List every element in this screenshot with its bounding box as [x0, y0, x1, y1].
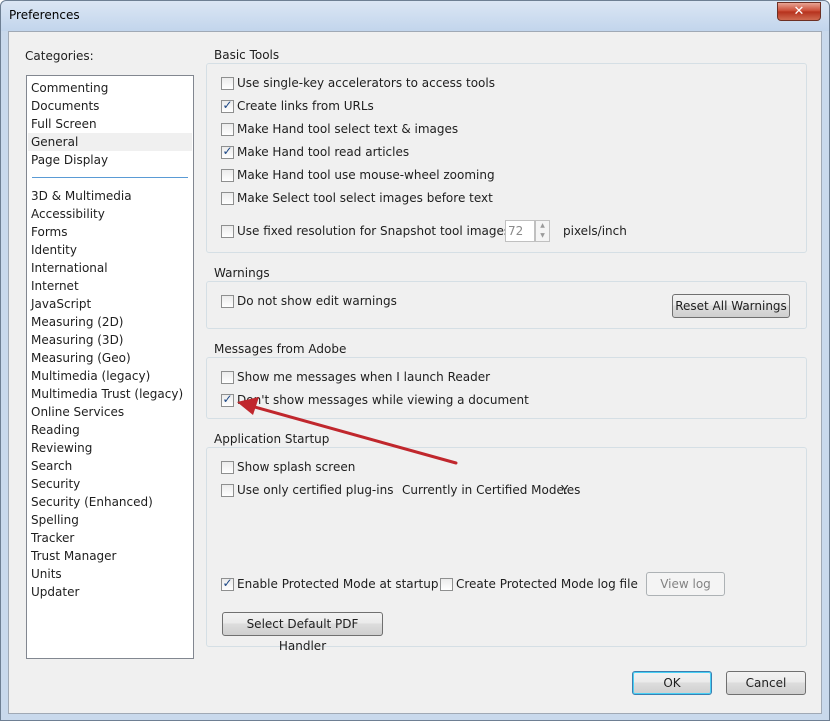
category-item[interactable]: Multimedia Trust (legacy): [28, 385, 192, 403]
category-item[interactable]: Reviewing: [28, 439, 192, 457]
certified-mode-value: Yes: [561, 483, 581, 497]
option-checkbox[interactable]: [221, 77, 234, 90]
category-item[interactable]: Units: [28, 565, 192, 583]
category-item[interactable]: Online Services: [28, 403, 192, 421]
category-item[interactable]: Security: [28, 475, 192, 493]
check-icon: ✓: [222, 144, 233, 158]
category-item[interactable]: Trust Manager: [28, 547, 192, 565]
splash-screen-checkbox[interactable]: [221, 461, 234, 474]
categories-separator: [32, 177, 188, 178]
cancel-button[interactable]: Cancel: [726, 671, 806, 695]
option-checkbox[interactable]: [221, 123, 234, 136]
category-item[interactable]: Forms: [28, 223, 192, 241]
category-item[interactable]: Page Display: [28, 151, 192, 169]
spin-up-icon[interactable]: ▲: [536, 221, 549, 231]
option-label: Make Hand tool select text & images: [237, 122, 459, 136]
option-label: Don't show messages while viewing a docu…: [237, 393, 529, 407]
close-button[interactable]: ✕: [777, 2, 821, 21]
messages-group: [206, 357, 807, 419]
option-label: Show me messages when I launch Reader: [237, 370, 491, 384]
option-checkbox[interactable]: ✓: [221, 392, 234, 407]
option-label: Create links from URLs: [237, 99, 374, 113]
protected-log-checkbox[interactable]: [440, 578, 453, 591]
warnings-title: Warnings: [212, 266, 272, 280]
messages-title: Messages from Adobe: [212, 342, 349, 356]
protected-log-label: Create Protected Mode log file: [456, 577, 638, 591]
certified-plugins-checkbox[interactable]: [221, 484, 234, 497]
option-checkbox[interactable]: [221, 192, 234, 205]
category-item[interactable]: General: [28, 133, 192, 151]
reset-all-warnings-button[interactable]: Reset All Warnings: [672, 294, 790, 318]
category-item[interactable]: Reading: [28, 421, 192, 439]
dialog-client-area: Categories: Commenting Documents Full Scre…: [8, 31, 822, 714]
category-item[interactable]: Commenting: [28, 79, 192, 97]
option-label: Make Hand tool use mouse-wheel zooming: [237, 168, 495, 182]
snapshot-resolution-label: Use fixed resolution for Snapshot tool i…: [237, 224, 515, 238]
startup-title: Application Startup: [212, 432, 332, 446]
protected-mode-checkbox[interactable]: ✓: [221, 576, 234, 591]
title-bar[interactable]: Preferences ✕: [1, 1, 829, 31]
view-log-button[interactable]: View log: [646, 572, 725, 596]
close-icon: ✕: [793, 4, 805, 19]
category-item[interactable]: International: [28, 259, 192, 277]
category-item[interactable]: Internet: [28, 277, 192, 295]
snapshot-resolution-input[interactable]: 72: [505, 220, 535, 242]
category-item[interactable]: Identity: [28, 241, 192, 259]
category-item[interactable]: Tracker: [28, 529, 192, 547]
certified-mode-label: Currently in Certified Mode:: [402, 483, 568, 497]
edit-warnings-checkbox[interactable]: [221, 295, 234, 308]
ok-button[interactable]: OK: [632, 671, 712, 695]
category-item[interactable]: Full Screen: [28, 115, 192, 133]
category-item[interactable]: Spelling: [28, 511, 192, 529]
category-item[interactable]: JavaScript: [28, 295, 192, 313]
option-checkbox[interactable]: ✓: [221, 98, 234, 113]
window-title: Preferences: [9, 8, 80, 22]
option-label: Make Select tool select images before te…: [237, 191, 493, 205]
protected-mode-label: Enable Protected Mode at startup: [237, 577, 439, 591]
check-icon: ✓: [222, 98, 233, 112]
option-label: Make Hand tool read articles: [237, 145, 410, 159]
category-item[interactable]: 3D & Multimedia: [28, 187, 192, 205]
option-checkbox[interactable]: [221, 371, 234, 384]
snapshot-resolution-spinner[interactable]: ▲ ▼: [535, 220, 550, 242]
option-checkbox[interactable]: [221, 169, 234, 182]
category-item[interactable]: Search: [28, 457, 192, 475]
category-item[interactable]: Measuring (3D): [28, 331, 192, 349]
select-default-pdf-handler-button[interactable]: Select Default PDF Handler: [222, 612, 383, 653]
option-label: Use single-key accelerators to access to…: [237, 76, 495, 90]
check-icon: ✓: [222, 576, 233, 590]
category-item[interactable]: Measuring (2D): [28, 313, 192, 331]
check-icon: ✓: [222, 392, 233, 406]
categories-list[interactable]: Commenting Documents Full Screen General Pag…: [26, 75, 194, 659]
category-item[interactable]: Security (Enhanced): [28, 493, 192, 511]
option-checkbox[interactable]: ✓: [221, 144, 234, 159]
basic-tools-title: Basic Tools: [212, 48, 282, 62]
category-item[interactable]: Measuring (Geo): [28, 349, 192, 367]
splash-screen-label: Show splash screen: [237, 460, 356, 474]
certified-plugins-label: Use only certified plug-ins: [237, 483, 394, 497]
pixels-per-inch-label: pixels/inch: [563, 224, 627, 238]
category-item[interactable]: Accessibility: [28, 205, 192, 223]
preferences-dialog: Preferences ✕ Categories: Commenting Docu…: [0, 0, 830, 721]
category-item[interactable]: Multimedia (legacy): [28, 367, 192, 385]
edit-warnings-label: Do not show edit warnings: [237, 294, 397, 308]
category-item[interactable]: Updater: [28, 583, 192, 601]
snapshot-resolution-checkbox[interactable]: [221, 225, 234, 238]
categories-label: Categories:: [25, 49, 94, 63]
spin-down-icon[interactable]: ▼: [536, 231, 549, 241]
category-item[interactable]: Documents: [28, 97, 192, 115]
